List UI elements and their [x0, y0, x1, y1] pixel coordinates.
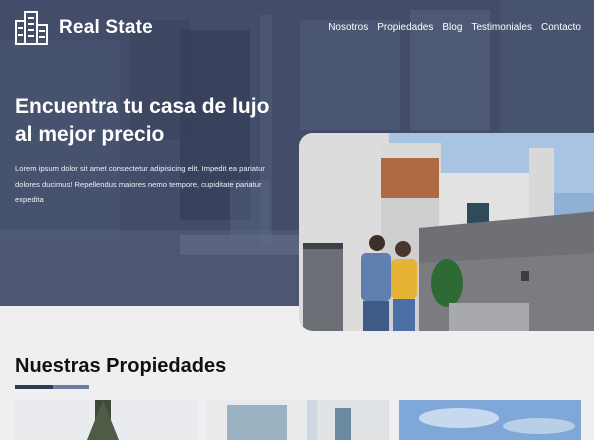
nav-link-blog[interactable]: Blog	[442, 22, 462, 33]
hero-title-line-1: Encuentra tu casa de lujo	[15, 95, 270, 118]
property-card-3[interactable]	[399, 400, 581, 440]
nav-link-testimoniales[interactable]: Testimoniales	[471, 22, 532, 33]
properties-title: Nuestras Propiedades	[15, 355, 226, 378]
hero-copy: Encuentra tu casa de lujo al mejor preci…	[15, 93, 270, 208]
properties-title-bold: Propiedades	[106, 355, 227, 377]
nav-link-contacto[interactable]: Contacto	[541, 22, 581, 33]
nav-link-nosotros[interactable]: Nosotros	[328, 22, 368, 33]
title-underline	[15, 385, 89, 389]
top-navigation: Real State Nosotros Propiedades Blog Tes…	[0, 0, 594, 58]
property-image	[15, 400, 197, 440]
hero-house-photo	[299, 133, 594, 331]
nav-link-propiedades[interactable]: Propiedades	[377, 22, 433, 33]
hero-title-line-2: al mejor precio	[15, 123, 165, 146]
main-menu: Nosotros Propiedades Blog Testimoniales …	[328, 22, 581, 33]
property-image	[207, 400, 389, 440]
building-icon	[15, 11, 48, 45]
property-card-1[interactable]	[15, 400, 197, 440]
property-card-2[interactable]	[207, 400, 389, 440]
brand-name: Real State	[59, 17, 153, 38]
properties-title-light: Nuestras	[15, 355, 101, 377]
hero-description: Lorem ipsum dolor sit amet consectetur a…	[15, 164, 265, 204]
property-image	[399, 400, 581, 440]
hero-title: Encuentra tu casa de lujo al mejor preci…	[15, 93, 270, 149]
brand[interactable]: Real State	[15, 11, 153, 45]
